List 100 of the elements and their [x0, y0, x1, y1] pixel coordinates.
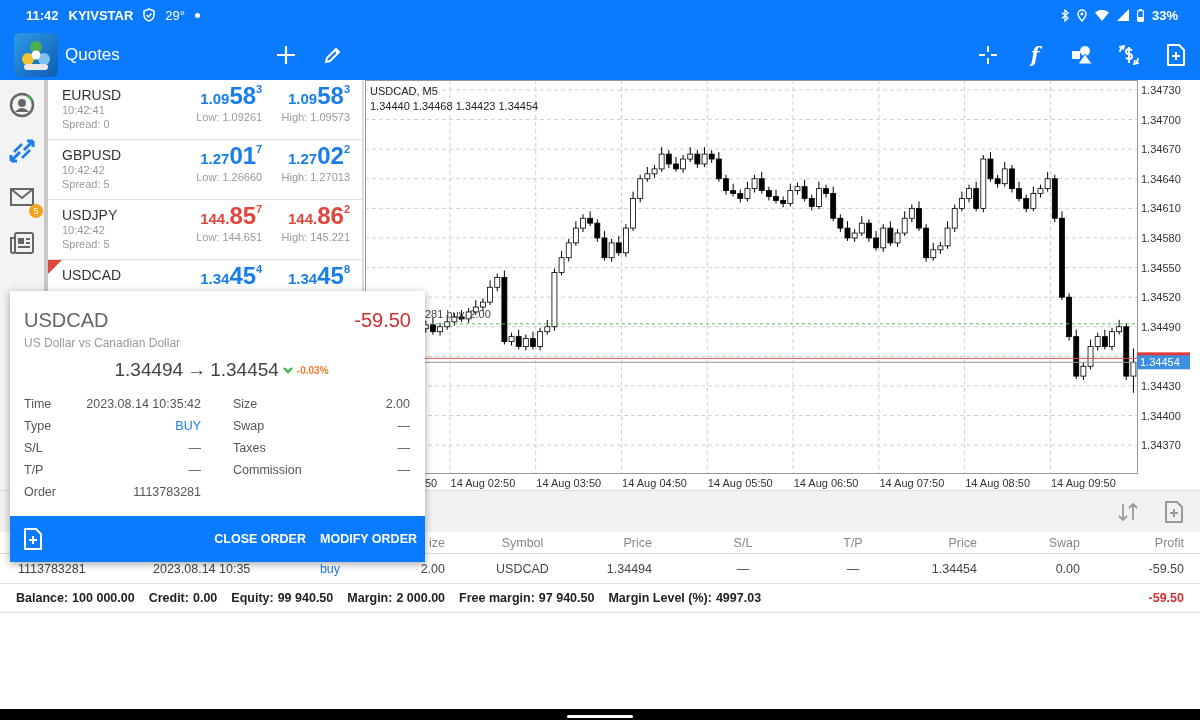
detail-value: —: [397, 462, 410, 479]
high-price: High: 1.09573: [281, 110, 350, 124]
new-order-button[interactable]: [24, 528, 42, 550]
document-plus-icon: [24, 528, 42, 550]
summary-label: Margin:: [347, 591, 393, 605]
trade-arrows-icon: [9, 139, 35, 163]
axis-label: 1.34670: [1141, 143, 1181, 156]
current-price-tag: 1.34454: [1137, 355, 1190, 370]
low-price: Low: 144.651: [196, 230, 263, 244]
column-header: Swap: [1048, 535, 1080, 550]
pencil-icon: [323, 45, 343, 65]
detail-value: 2.00: [385, 396, 410, 413]
total-profit: -59.50: [1148, 591, 1184, 605]
ask-price: 1.0958$^{3}$: [287, 82, 350, 110]
detail-label: Time: [24, 396, 52, 413]
bluetooth-icon: [1060, 8, 1069, 22]
detail-value: —: [188, 462, 201, 479]
detail-value: —: [397, 418, 410, 435]
ask-price: 1.3445$^{8}$: [287, 262, 350, 290]
carrier-name: KYIVSTAR: [68, 7, 134, 23]
table-cell: buy: [319, 561, 341, 576]
axis-label: 14 Aug 05:50: [707, 477, 773, 489]
detail-label: Order: [24, 484, 56, 501]
column-header: Symbol: [501, 535, 544, 550]
bid-price: 1.2701$^{7}$: [200, 142, 263, 170]
newspaper-icon: [10, 232, 34, 254]
axis-label: 1.34550: [1141, 261, 1181, 274]
document-plus-icon: [1165, 500, 1183, 523]
bid-price: 144.85$^{7}$: [200, 202, 263, 230]
ohlc-values: 1.34440 1.34468 1.34423 1.34454: [370, 100, 539, 112]
axis-label: 1.34430: [1141, 379, 1181, 392]
table-cell: —: [846, 561, 860, 576]
summary-value: 0.00: [192, 591, 218, 605]
axis-label: 1.34370: [1141, 439, 1181, 452]
axis-label: 14 Aug 09:50: [1050, 477, 1116, 489]
axis-label: 1.34580: [1141, 231, 1181, 244]
axis-label: 14 Aug 03:50: [536, 477, 602, 489]
column-header: Price: [948, 535, 977, 550]
axis-label: 1.34490: [1141, 320, 1181, 333]
order-action-button[interactable]: MODIFY ORDER: [320, 528, 417, 550]
crosshair-icon: [978, 45, 998, 65]
app-logo-icon[interactable]: [14, 33, 58, 77]
sort-icon: [1117, 501, 1139, 522]
indicators-button[interactable]: f: [1021, 41, 1049, 69]
unread-badge: 5: [29, 204, 43, 218]
order-action-button[interactable]: CLOSE ORDER: [214, 528, 306, 550]
home-indicator[interactable]: [567, 714, 633, 718]
quote-row[interactable]: USDJPY 10:42:42 Spread: 5 144.85$^{7}$ Low: 144.651 144.86$^{2}$ High: 145.221: [48, 200, 362, 260]
news-nav-button[interactable]: [10, 232, 34, 254]
symbol-name: EURUSD: [62, 87, 122, 103]
account-nav-button[interactable]: [9, 92, 35, 118]
summary-label: Margin Level (%):: [608, 591, 712, 605]
quote-row[interactable]: GBPUSD 10:42:42 Spread: 5 1.2701$^{7}$ Low: 1.26660 1.2702$^{2}$ High: 1.27013: [48, 140, 362, 200]
shield-icon: [143, 8, 156, 22]
axis-label: 14 Aug 08:50: [965, 477, 1031, 489]
trade-nav-button[interactable]: [9, 139, 35, 163]
detail-value: 1113783281: [133, 484, 201, 501]
table-cell: USDCAD: [496, 561, 549, 576]
axis-label: 1.34610: [1141, 202, 1181, 215]
axis-label: 1.34400: [1141, 409, 1181, 422]
spread-text: Spread: 0: [62, 117, 110, 131]
quote-row[interactable]: EURUSD 10:42:41 Spread: 0 1.0958$^{3}$ Low: 1.09261 1.0958$^{3}$ High: 1.09573: [48, 80, 362, 140]
low-price: Low: 1.09261: [196, 110, 263, 124]
spread-text: Spread: 5: [62, 177, 110, 191]
mail-nav-button[interactable]: [10, 188, 34, 206]
mail-icon: [10, 188, 34, 206]
chart-title: USDCAD, M5: [370, 85, 438, 97]
table-cell: 2.00: [420, 561, 445, 576]
symbol-name: USDJPY: [62, 207, 118, 223]
currency-exchange-icon: [1118, 44, 1140, 66]
axis-label: 1.34520: [1141, 291, 1181, 304]
spread-text: Spread: 5: [62, 237, 110, 251]
table-cell: -59.50: [1148, 561, 1184, 576]
detail-label: Swap: [233, 418, 265, 435]
summary-label: Equity:: [231, 591, 274, 605]
axis-label: 1.34640: [1141, 172, 1181, 185]
screen-title: Quotes: [65, 45, 121, 65]
summary-value: 97 940.50: [538, 591, 595, 605]
summary-value: 99 940.50: [277, 591, 334, 605]
quote-time: 10:42:41: [62, 103, 105, 117]
signal-icon: [1116, 9, 1129, 21]
detail-label: S/L: [24, 440, 43, 457]
detail-label: Commission: [233, 462, 302, 479]
table-cell: 0.00: [1055, 561, 1080, 576]
chevron-down-icon: [282, 366, 293, 374]
clock: 11:42: [26, 7, 59, 23]
detail-value: —: [188, 440, 201, 457]
axis-label: 14 Aug 06:50: [793, 477, 859, 489]
axis-label: 14 Aug 07:50: [879, 477, 945, 489]
ask-price: 1.2702$^{2}$: [287, 142, 350, 170]
table-cell: 2023.08.14 10:35: [153, 561, 251, 576]
table-cell: —: [736, 561, 750, 576]
symbol-name: GBPUSD: [62, 147, 122, 163]
document-plus-icon: [1167, 44, 1185, 66]
summary-value: 100 000.00: [72, 591, 135, 605]
axis-label: 1.34700: [1141, 113, 1181, 126]
low-price: Low: 1.26660: [196, 170, 263, 184]
axis-label: 50: [425, 477, 438, 489]
location-icon: [1076, 8, 1087, 22]
ref-line-label: 1.34454: [1140, 356, 1180, 369]
